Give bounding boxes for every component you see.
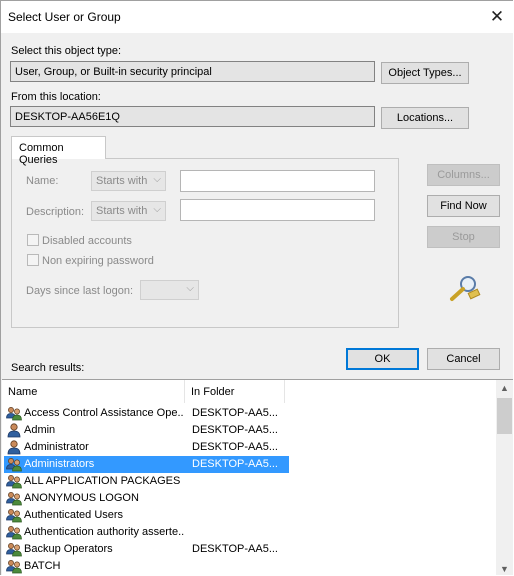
table-row[interactable]: ANONYMOUS LOGON [4,490,289,507]
locations-button[interactable]: Locations... [381,107,469,129]
cancel-button[interactable]: Cancel [427,348,500,370]
description-label: Description: [26,206,85,218]
days-since-logon-select: ⌵ [140,280,199,300]
description-input [180,199,375,221]
scroll-down-arrow-icon[interactable]: ▼ [496,561,513,575]
common-queries-panel: Name: Starts with ⌵ Description: Starts … [11,158,399,328]
row-folder: DESKTOP-AA5... [192,458,278,470]
search-results-list[interactable]: Name In Folder Access Control Assistance… [2,379,513,575]
vertical-scrollbar[interactable]: ▲ ▼ [496,380,513,575]
group-icon [6,524,22,540]
disabled-accounts-label: Disabled accounts [42,235,132,247]
ok-button[interactable]: OK [346,348,419,370]
row-name: Access Control Assistance Ope... [24,407,184,419]
row-name: Authentication authority asserte... [24,526,184,538]
chevron-down-icon: ⌵ [153,174,161,185]
table-row[interactable]: Authentication authority asserte... [4,524,289,541]
table-row[interactable]: Authenticated Users [4,507,289,524]
columns-button: Columns... [427,164,500,186]
table-row[interactable]: Admin DESKTOP-AA5... [4,422,289,439]
table-row[interactable]: Backup Operators DESKTOP-AA5... [4,541,289,558]
row-folder: DESKTOP-AA5... [192,441,278,453]
group-icon [6,558,22,574]
scroll-up-arrow-icon[interactable]: ▲ [496,380,513,397]
row-name: BATCH [24,560,61,572]
select-user-dialog: Select User or Group ✕ Select this objec… [0,0,513,575]
object-type-label: Select this object type: [11,45,122,57]
chevron-down-icon: ⌵ [186,283,194,294]
row-name: Administrator [24,441,89,453]
row-name: Backup Operators [24,543,113,555]
table-row[interactable]: Access Control Assistance Ope... DESKTOP-… [4,405,289,422]
user-icon [6,422,22,438]
group-icon [6,405,22,421]
disabled-accounts-checkbox [27,234,39,246]
scroll-thumb[interactable] [497,398,512,434]
row-name: Admin [24,424,56,436]
location-label: From this location: [11,91,101,103]
group-icon [6,473,22,489]
name-input [180,170,375,192]
non-expiring-password-label: Non expiring password [42,255,154,267]
name-mode-select: Starts with ⌵ [91,171,166,191]
title-bar[interactable]: Select User or Group ✕ [1,1,513,33]
column-header-name[interactable]: Name [2,380,185,403]
group-icon [6,541,22,557]
table-row[interactable]: Administrator DESKTOP-AA5... [4,439,289,456]
find-now-button[interactable]: Find Now [427,195,500,217]
name-label: Name: [26,175,59,187]
description-mode-value: Starts with [96,205,148,217]
row-name: ALL APPLICATION PACKAGES [24,475,181,487]
table-row[interactable]: BATCH [4,558,289,575]
tab-common-queries[interactable]: Common Queries [11,136,106,166]
chevron-down-icon: ⌵ [153,204,161,215]
row-folder: DESKTOP-AA5... [192,424,278,436]
location-field: DESKTOP-AA56E1Q [10,106,375,127]
row-folder: DESKTOP-AA5... [192,543,278,555]
stop-button: Stop [427,226,500,248]
non-expiring-password-checkbox [27,254,39,266]
object-type-field: User, Group, or Built-in security princi… [10,61,375,82]
name-mode-value: Starts with [96,175,148,187]
row-name: Administrators [24,458,95,470]
group-icon [6,507,22,523]
search-magnifier-icon [450,276,481,301]
window-title: Select User or Group [8,10,121,24]
group-icon [6,490,22,506]
object-types-button[interactable]: Object Types... [381,62,469,84]
search-results-label: Search results: [11,362,85,374]
row-name: ANONYMOUS LOGON [24,492,139,504]
user-icon [6,439,22,455]
row-folder: DESKTOP-AA5... [192,407,278,419]
description-mode-select: Starts with ⌵ [91,201,166,221]
close-icon[interactable]: ✕ [483,6,511,28]
row-name: Authenticated Users [24,509,124,521]
table-row[interactable]: ALL APPLICATION PACKAGES [4,473,289,490]
days-since-logon-label: Days since last logon: [26,285,133,297]
column-header-in-folder[interactable]: In Folder [185,380,285,403]
table-row[interactable]: Administrators DESKTOP-AA5... [4,456,289,473]
group-icon [6,456,22,472]
